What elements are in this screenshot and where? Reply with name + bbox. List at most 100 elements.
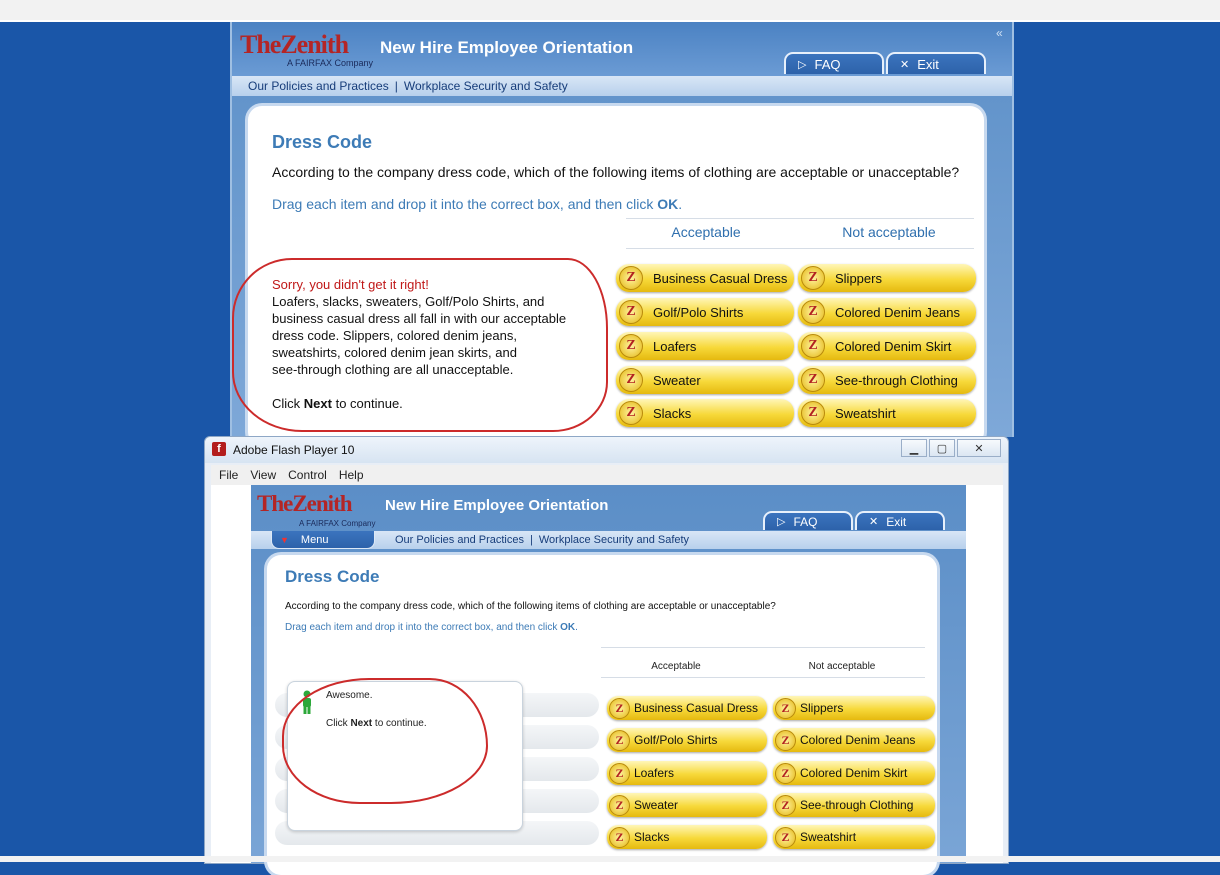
menu-help[interactable]: Help bbox=[339, 468, 364, 482]
faq-button[interactable]: ▷ FAQ bbox=[784, 52, 884, 74]
instruction-post: . bbox=[678, 196, 683, 212]
play-triangle-icon: ▷ bbox=[777, 516, 786, 528]
title-bar: f Adobe Flash Player 10 ▁ ▢ ✕ bbox=[205, 437, 1008, 463]
z-logo-icon: Z bbox=[609, 697, 630, 719]
annotation-circle bbox=[282, 678, 488, 804]
breadcrumb-item-policies[interactable]: Our Policies and Practices bbox=[248, 79, 389, 93]
breadcrumb-item-policies[interactable]: Our Policies and Practices bbox=[395, 534, 524, 546]
z-logo-icon: Z bbox=[775, 697, 796, 719]
item-label: Colored Denim Skirt bbox=[835, 338, 952, 354]
maximize-button[interactable]: ▢ bbox=[929, 439, 955, 457]
window-title: Adobe Flash Player 10 bbox=[233, 443, 355, 457]
z-logo-icon: Z bbox=[609, 762, 630, 784]
z-logo-icon: Z bbox=[801, 334, 825, 358]
instruction-post: . bbox=[575, 622, 578, 633]
drag-item[interactable]: Z Loafers bbox=[607, 761, 767, 785]
drag-item[interactable]: Z Golf/Polo Shirts bbox=[607, 728, 767, 752]
drag-item[interactable]: Z Sweatshirt bbox=[798, 399, 976, 427]
z-logo-icon: Z bbox=[775, 729, 796, 751]
menu-button[interactable]: ▼ Menu bbox=[271, 531, 375, 549]
item-label: Slacks bbox=[634, 830, 670, 844]
column-header-acceptable: Acceptable bbox=[651, 661, 701, 672]
z-logo-icon: Z bbox=[801, 300, 825, 324]
page-title: Dress Code bbox=[285, 567, 380, 586]
drag-item[interactable]: Z Slacks bbox=[616, 399, 794, 427]
z-logo-icon: Z bbox=[609, 794, 630, 816]
z-logo-icon: Z bbox=[619, 334, 643, 358]
divider bbox=[601, 677, 925, 678]
drag-item[interactable]: Z Colored Denim Skirt bbox=[773, 761, 935, 785]
drag-item[interactable]: Z Sweatshirt bbox=[773, 825, 935, 849]
exit-button[interactable]: ✕ Exit bbox=[886, 52, 986, 74]
z-logo-icon: Z bbox=[619, 401, 643, 425]
z-logo-icon: Z bbox=[775, 762, 796, 784]
menu-label: Menu bbox=[300, 533, 329, 546]
course-header: TheZenith A FAIRFAX Company New Hire Emp… bbox=[232, 22, 1012, 76]
item-label: Colored Denim Skirt bbox=[800, 766, 908, 780]
minimize-button[interactable]: ▁ bbox=[901, 439, 927, 457]
item-label: Sweatshirt bbox=[835, 405, 896, 421]
item-label: Slippers bbox=[800, 701, 844, 715]
browser-top-bar bbox=[0, 0, 1220, 22]
breadcrumb: Our Policies and Practices | Workplace S… bbox=[232, 76, 1012, 96]
drag-item[interactable]: Z Colored Denim Jeans bbox=[798, 298, 976, 326]
column-header-acceptable: Acceptable bbox=[671, 224, 741, 240]
course-window-flash: TheZenith A FAIRFAX Company New Hire Emp… bbox=[251, 485, 966, 875]
item-label: Business Casual Dress bbox=[653, 270, 788, 286]
drag-item[interactable]: Z Colored Denim Jeans bbox=[773, 728, 935, 752]
item-label: Sweater bbox=[634, 798, 679, 812]
drag-item[interactable]: Z Business Casual Dress bbox=[616, 264, 794, 292]
drag-item[interactable]: Z Colored Denim Skirt bbox=[798, 332, 976, 360]
z-logo-icon: Z bbox=[801, 401, 825, 425]
logo-subtitle: A FAIRFAX Company bbox=[287, 58, 374, 68]
flash-player-window: f Adobe Flash Player 10 ▁ ▢ ✕ File View … bbox=[204, 436, 1009, 875]
menu-file[interactable]: File bbox=[219, 468, 238, 482]
breadcrumb-separator: | bbox=[394, 79, 398, 93]
drag-item[interactable]: Z Golf/Polo Shirts bbox=[616, 298, 794, 326]
item-label: Golf/Polo Shirts bbox=[634, 733, 718, 747]
column-header-not-acceptable: Not acceptable bbox=[808, 661, 876, 672]
z-logo-icon: Z bbox=[619, 368, 643, 392]
browser-bottom-edge bbox=[0, 856, 1220, 862]
zenith-logo: TheZenith bbox=[240, 30, 349, 59]
drag-item[interactable]: Z See-through Clothing bbox=[798, 366, 976, 394]
close-button[interactable]: ✕ bbox=[957, 439, 1001, 457]
item-label: Colored Denim Jeans bbox=[800, 733, 916, 747]
zenith-logo: TheZenith bbox=[257, 491, 353, 516]
drag-item[interactable]: Z Sweater bbox=[616, 366, 794, 394]
item-label: Colored Denim Jeans bbox=[835, 304, 961, 320]
breadcrumb-item-security[interactable]: Workplace Security and Safety bbox=[539, 534, 689, 546]
close-x-icon: ✕ bbox=[900, 58, 910, 71]
drag-item[interactable]: Z Slippers bbox=[798, 264, 976, 292]
z-logo-icon: Z bbox=[775, 826, 796, 848]
item-label: Slacks bbox=[653, 405, 692, 421]
drag-item[interactable]: Z Slacks bbox=[607, 825, 767, 849]
item-label: Sweater bbox=[653, 372, 701, 388]
play-triangle-icon: ▷ bbox=[798, 58, 807, 71]
item-label: Business Casual Dress bbox=[634, 701, 759, 715]
drag-item[interactable]: Z Loafers bbox=[616, 332, 794, 360]
close-x-icon: ✕ bbox=[869, 516, 879, 528]
app-title: New Hire Employee Orientation bbox=[385, 497, 609, 514]
annotation-circle bbox=[232, 258, 608, 432]
exit-button[interactable]: ✕ Exit bbox=[855, 511, 945, 530]
divider bbox=[601, 647, 925, 648]
menu-bar: File View Control Help bbox=[211, 465, 1003, 485]
app-title: New Hire Employee Orientation bbox=[380, 38, 634, 57]
drag-item[interactable]: Z Slippers bbox=[773, 696, 935, 720]
z-logo-icon: Z bbox=[609, 826, 630, 848]
faq-button[interactable]: ▷ FAQ bbox=[763, 511, 853, 530]
z-logo-icon: Z bbox=[775, 794, 796, 816]
drag-item[interactable]: Z Business Casual Dress bbox=[607, 696, 767, 720]
instruction-text: Drag each item and drop it into the corr… bbox=[272, 196, 682, 212]
question-text: According to the company dress code, whi… bbox=[272, 164, 960, 180]
z-logo-icon: Z bbox=[801, 368, 825, 392]
menu-view[interactable]: View bbox=[250, 468, 276, 482]
flash-content: TheZenith A FAIRFAX Company New Hire Emp… bbox=[211, 485, 1003, 875]
drag-item[interactable]: Z See-through Clothing bbox=[773, 793, 935, 817]
menu-control[interactable]: Control bbox=[288, 468, 327, 482]
breadcrumb-item-security[interactable]: Workplace Security and Safety bbox=[404, 79, 568, 93]
question-text: According to the company dress code, whi… bbox=[285, 601, 776, 612]
drag-item[interactable]: Z Sweater bbox=[607, 793, 767, 817]
collapse-icon[interactable]: « bbox=[996, 26, 1003, 40]
